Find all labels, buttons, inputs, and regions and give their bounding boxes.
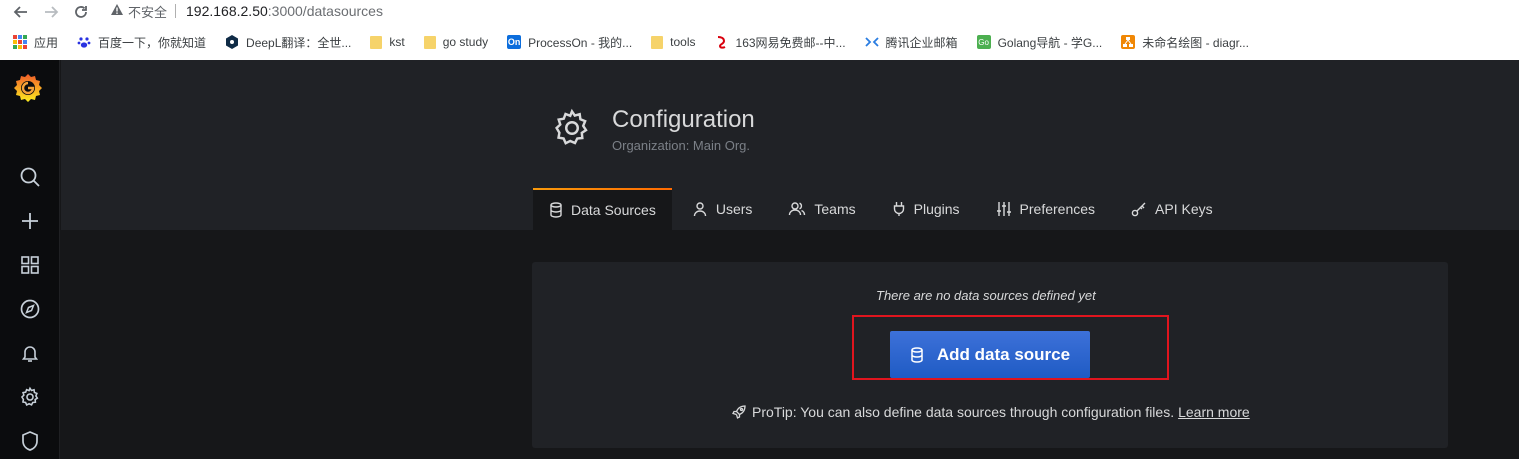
tab-label: Preferences — [1019, 201, 1096, 217]
bookmark-tencent-mail[interactable]: 腾讯企业邮箱 — [864, 34, 958, 51]
tab-plugins[interactable]: Plugins — [876, 188, 976, 230]
page-title: Configuration — [612, 106, 755, 133]
folder-icon — [651, 35, 664, 49]
omnibox-separator — [175, 4, 177, 18]
tab-label: Users — [715, 201, 753, 217]
page-subtitle: Organization: Main Org. — [612, 138, 751, 153]
highlight-annotation-box — [852, 315, 1169, 380]
bookmark-label: tools — [670, 35, 696, 49]
back-button[interactable] — [6, 1, 36, 23]
bookmark-baidu[interactable]: 百度一下，你就知道 — [77, 34, 206, 51]
bookmark-processon[interactable]: On ProcessOn - 我的... — [507, 34, 632, 51]
tab-label: Teams — [814, 201, 856, 217]
bell-icon[interactable] — [18, 341, 42, 365]
bookmark-apps[interactable]: 应用 — [13, 34, 58, 51]
bookmark-deepl[interactable]: DeepL翻译：全世... — [225, 34, 351, 51]
sidebar — [0, 60, 60, 459]
empty-state-message: There are no data sources defined yet — [876, 288, 1096, 303]
database-icon — [550, 202, 562, 218]
tab-api-keys[interactable]: API Keys — [1115, 188, 1229, 230]
shield-icon[interactable] — [18, 429, 42, 453]
plug-icon — [893, 202, 904, 216]
bookmark-label: 腾讯企业邮箱 — [885, 35, 958, 50]
bookmark-label: 163网易免费邮--中... — [735, 35, 846, 50]
reload-icon — [75, 6, 87, 18]
bookmark-label: ProcessOn - 我的... — [528, 35, 633, 50]
tab-label: Data Sources — [571, 202, 656, 218]
bookmark-label: go study — [442, 35, 489, 49]
protip: ProTip: You can also define data sources… — [732, 404, 1250, 420]
user-icon — [693, 202, 707, 217]
bookmark-label: 未命名绘图 - diagr... — [1142, 35, 1249, 50]
bookmark-tools[interactable]: tools — [651, 35, 696, 49]
arrow-left-icon — [13, 6, 27, 18]
tab-label: API Keys — [1155, 201, 1213, 217]
bookmark-163[interactable]: 163网易免费邮--中... — [715, 34, 846, 51]
baidu-paw-icon — [77, 35, 91, 49]
learn-more-link[interactable]: Learn more — [1178, 404, 1250, 420]
bookmark-drawio[interactable]: 未命名绘图 - diagr... — [1121, 34, 1249, 51]
bookmark-label: kst — [389, 35, 405, 49]
apps-grid-icon — [13, 35, 27, 49]
sliders-icon — [996, 202, 1011, 216]
plus-icon[interactable] — [18, 209, 42, 233]
bookmark-label: 应用 — [34, 35, 59, 50]
tab-label: Plugins — [913, 201, 960, 217]
search-icon[interactable] — [18, 165, 42, 189]
compass-icon[interactable] — [18, 297, 42, 321]
insecure-label: 不安全 — [128, 4, 168, 20]
tab-teams[interactable]: Teams — [772, 188, 871, 230]
drawio-icon — [1121, 35, 1136, 49]
golang-nav-icon: Go — [976, 35, 991, 49]
tab-preferences[interactable]: Preferences — [980, 188, 1111, 230]
forward-button[interactable] — [36, 1, 66, 23]
rocket-icon — [732, 405, 746, 419]
bookmark-golang[interactable]: Go Golang导航 - 学G... — [976, 34, 1103, 51]
folder-icon — [370, 35, 383, 49]
bookmark-label: 百度一下，你就知道 — [98, 35, 207, 50]
warning-icon — [108, 3, 126, 19]
deepl-icon — [225, 35, 239, 49]
tencent-mail-icon — [864, 35, 879, 49]
tab-data-sources[interactable]: Data Sources — [533, 188, 672, 230]
url-path: :3000/datasources — [267, 3, 383, 19]
folder-icon — [423, 35, 436, 49]
address-bar[interactable]: 不安全 192.168.2.50:3000/datasources — [108, 0, 1519, 22]
gear-icon[interactable] — [18, 385, 42, 409]
tab-users[interactable]: Users — [676, 188, 769, 230]
config-tabs: Data Sources Users Teams Plugins Prefere… — [533, 188, 1233, 230]
grafana-logo-icon[interactable] — [11, 71, 45, 105]
processon-icon: On — [507, 35, 522, 49]
configuration-gear-icon — [551, 107, 593, 149]
protip-text: ProTip: You can also define data sources… — [752, 404, 1175, 420]
url-host: 192.168.2.50 — [186, 3, 268, 19]
key-icon — [1131, 202, 1146, 217]
netease-icon — [715, 35, 729, 49]
bookmark-label: DeepL翻译：全世... — [246, 35, 352, 50]
reload-button[interactable] — [66, 1, 96, 23]
dashboards-grid-icon[interactable] — [18, 253, 42, 277]
users-icon — [789, 202, 806, 216]
arrow-right-icon — [45, 6, 59, 18]
bookmark-go-study[interactable]: go study — [423, 35, 489, 49]
bookmark-label: Golang导航 - 学G... — [997, 35, 1103, 50]
bookmark-kst[interactable]: kst — [370, 35, 405, 49]
bookmarks-bar: 应用 百度一下，你就知道 DeepL翻译：全世... kst go study … — [0, 30, 1519, 54]
